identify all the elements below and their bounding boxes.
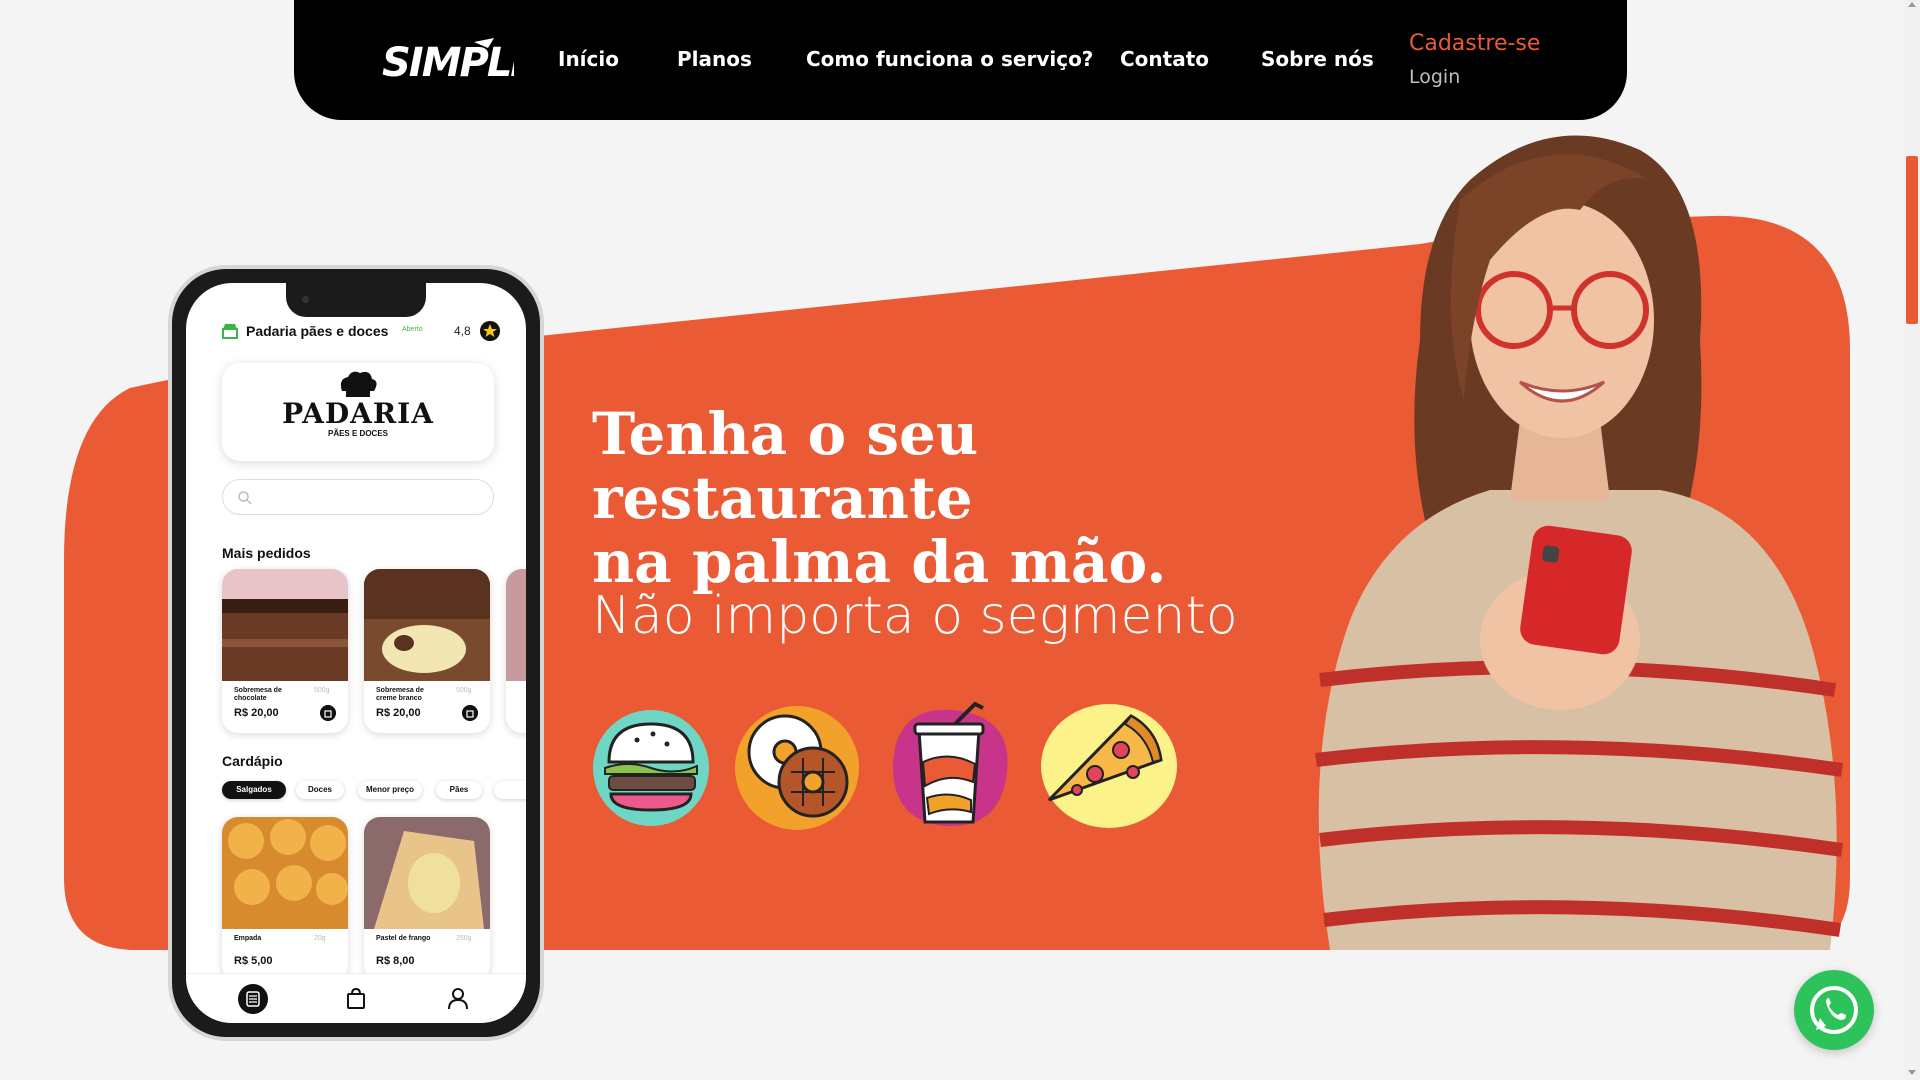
nav-link-planos[interactable]: Planos (677, 47, 752, 71)
product-name: Sobremesa de creme branco (376, 687, 424, 702)
product-image (364, 817, 490, 929)
product-name: Empada (234, 935, 262, 942)
nav-link-contato[interactable]: Contato (1120, 47, 1209, 71)
signup-link[interactable]: Cadastre-se (1409, 31, 1540, 56)
phone-search-input[interactable] (222, 479, 494, 515)
menu-tab-icon[interactable] (238, 984, 268, 1014)
menu-label: Cardápio (222, 753, 283, 769)
scroll-up-arrow-icon[interactable] (1908, 2, 1916, 7)
store-name: Padaria pães e doces (246, 323, 389, 339)
chip-more[interactable] (494, 781, 526, 799)
whatsapp-icon (1810, 986, 1858, 1034)
phone-screen: Padaria pães e doces Aberto 4,8 PADARIA … (186, 283, 526, 1023)
simple-logo[interactable]: SIMPLE (378, 32, 514, 88)
burger-icon (593, 710, 709, 826)
woman-with-phone-image (1315, 135, 1844, 950)
chip-salgados[interactable]: Salgados (222, 781, 286, 799)
product-name: Pastel de frango (376, 935, 431, 942)
nav-link-sobre-nos[interactable]: Sobre nós (1261, 47, 1374, 71)
nav-link-inicio[interactable]: Início (558, 47, 619, 71)
most-ordered-label: Mais pedidos (222, 545, 311, 561)
product-image (506, 569, 526, 681)
add-to-bag-icon[interactable] (320, 705, 336, 721)
product-weight: 250g (456, 935, 472, 942)
hero-headline-line-2: na palma da mão. (592, 528, 1167, 596)
login-link[interactable]: Login (1409, 66, 1460, 88)
store-brand-card: PADARIA PÃES E DOCES (222, 363, 494, 461)
profile-tab-icon[interactable] (443, 984, 473, 1014)
store-header: Padaria pães e doces Aberto 4,8 (222, 321, 512, 345)
search-icon (238, 491, 252, 505)
store-icon (222, 324, 238, 339)
chip-paes[interactable]: Pães (436, 781, 482, 799)
product-card[interactable]: Pastel de frango 250g R$ 8,00 (364, 817, 490, 981)
product-price: R$ 20,00 (234, 707, 279, 719)
camera-dot (302, 296, 309, 303)
chip-menor-preco[interactable]: Menor preço (358, 781, 422, 799)
phone-notch (286, 283, 426, 317)
chef-hat-icon (340, 371, 377, 397)
donuts-icon (735, 706, 859, 830)
product-card-partial[interactable] (506, 569, 526, 733)
star-icon (480, 321, 500, 341)
product-name: Sobremesa de chocolate (234, 687, 282, 702)
scroll-thumb[interactable] (1906, 156, 1918, 324)
add-to-bag-icon[interactable] (462, 705, 478, 721)
product-card[interactable]: Sobremesa de chocolate 500g R$ 20,00 (222, 569, 348, 733)
product-image (222, 569, 348, 681)
product-image (222, 817, 348, 929)
store-brand-title: PADARIA (282, 397, 434, 430)
product-card[interactable]: Sobremesa de creme branco 500g R$ 20,00 (364, 569, 490, 733)
hero-subheadline: Não importa o segmento (592, 586, 1238, 646)
hero-headline-line-1: Tenha o seu restaurante (592, 400, 979, 532)
chip-doces[interactable]: Doces (296, 781, 344, 799)
product-weight: 20g (314, 935, 326, 942)
product-price: R$ 20,00 (376, 707, 421, 719)
product-price: R$ 5,00 (234, 955, 273, 967)
product-card[interactable]: Empada 20g R$ 5,00 (222, 817, 348, 981)
whatsapp-button[interactable] (1794, 970, 1874, 1050)
scroll-down-arrow-icon[interactable] (1908, 1070, 1916, 1075)
product-weight: 500g (456, 687, 472, 694)
page-scrollbar[interactable] (1904, 0, 1920, 1080)
pizza-slice-icon (1041, 704, 1177, 828)
product-image (364, 569, 490, 681)
nav-link-como-funciona[interactable]: Como funciona o serviço? (806, 47, 1093, 71)
hero-headline: Tenha o seu restaurante na palma da mão. (592, 402, 1352, 594)
bag-tab-icon[interactable] (341, 984, 371, 1014)
soda-cup-icon (892, 702, 1008, 827)
product-weight: 500g (314, 687, 330, 694)
phone-tab-bar (186, 973, 526, 1023)
phone-mockup: Padaria pães e doces Aberto 4,8 PADARIA … (168, 265, 544, 1041)
store-brand-subtitle: PÃES E DOCES (327, 429, 388, 438)
product-price: R$ 8,00 (376, 955, 415, 967)
top-navbar: SIMPLE Início Planos Como funciona o ser… (294, 0, 1627, 120)
store-status: Aberto (402, 326, 423, 333)
store-rating: 4,8 (454, 324, 471, 338)
svg-text:SIMPLE: SIMPLE (382, 40, 514, 86)
